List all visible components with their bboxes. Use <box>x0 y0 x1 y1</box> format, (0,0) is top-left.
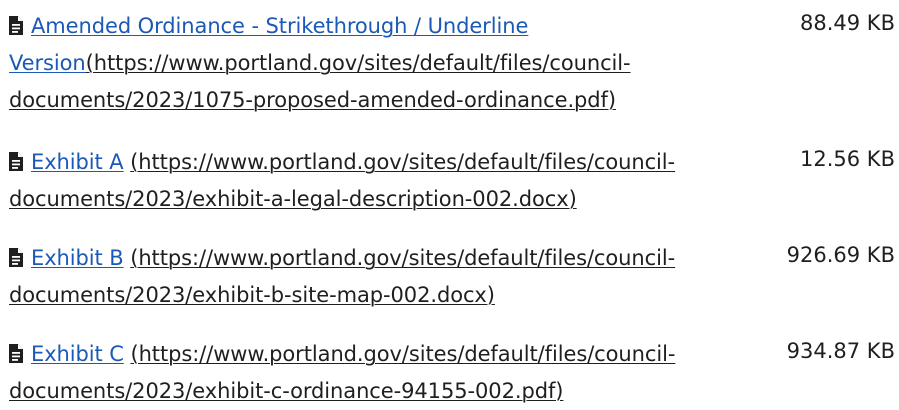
file-url-line-2: documents/2023/exhibit-b-site-map-002.do… <box>9 283 495 307</box>
file-link[interactable]: Exhibit B <box>31 246 124 270</box>
file-url-line-1: (https://www.portland.gov/sites/default/… <box>130 246 676 270</box>
file-icon <box>9 242 23 267</box>
file-link[interactable]: Exhibit C <box>31 342 124 366</box>
file-link[interactable]: Exhibit A <box>31 150 124 174</box>
file-url-link[interactable]: (https://www.portland.gov/sites/default/… <box>9 51 631 112</box>
file-icon <box>9 146 23 171</box>
file-size: 926.69 KB <box>786 243 895 267</box>
file-description: Exhibit C (https://www.portland.gov/site… <box>9 336 751 410</box>
file-url-line-2: documents/2023/exhibit-c-ordinance-94155… <box>9 379 564 403</box>
file-icon <box>9 10 23 35</box>
file-icon <box>9 338 23 363</box>
file-description: Amended Ordinance - Strikethrough / Unde… <box>9 8 699 119</box>
file-url-line-1: (https://www.portland.gov/sites/default/… <box>130 150 676 174</box>
file-size: 88.49 KB <box>800 11 895 35</box>
file-url-line-1: (https://www.portland.gov/sites/default/… <box>130 342 676 366</box>
file-description: Exhibit B (https://www.portland.gov/site… <box>9 240 751 314</box>
file-url-line-1: (https://www.portland.gov/sites/default/… <box>85 51 631 75</box>
file-size: 12.56 KB <box>800 147 895 171</box>
file-url-line-2: documents/2023/1075-proposed-amended-ord… <box>9 88 616 112</box>
file-description: Exhibit A (https://www.portland.gov/site… <box>9 144 751 218</box>
file-size: 934.87 KB <box>786 339 895 363</box>
file-url-line-2: documents/2023/exhibit-a-legal-descripti… <box>9 187 577 211</box>
file-attachment-list: Amended Ordinance - Strikethrough / Unde… <box>0 0 899 403</box>
